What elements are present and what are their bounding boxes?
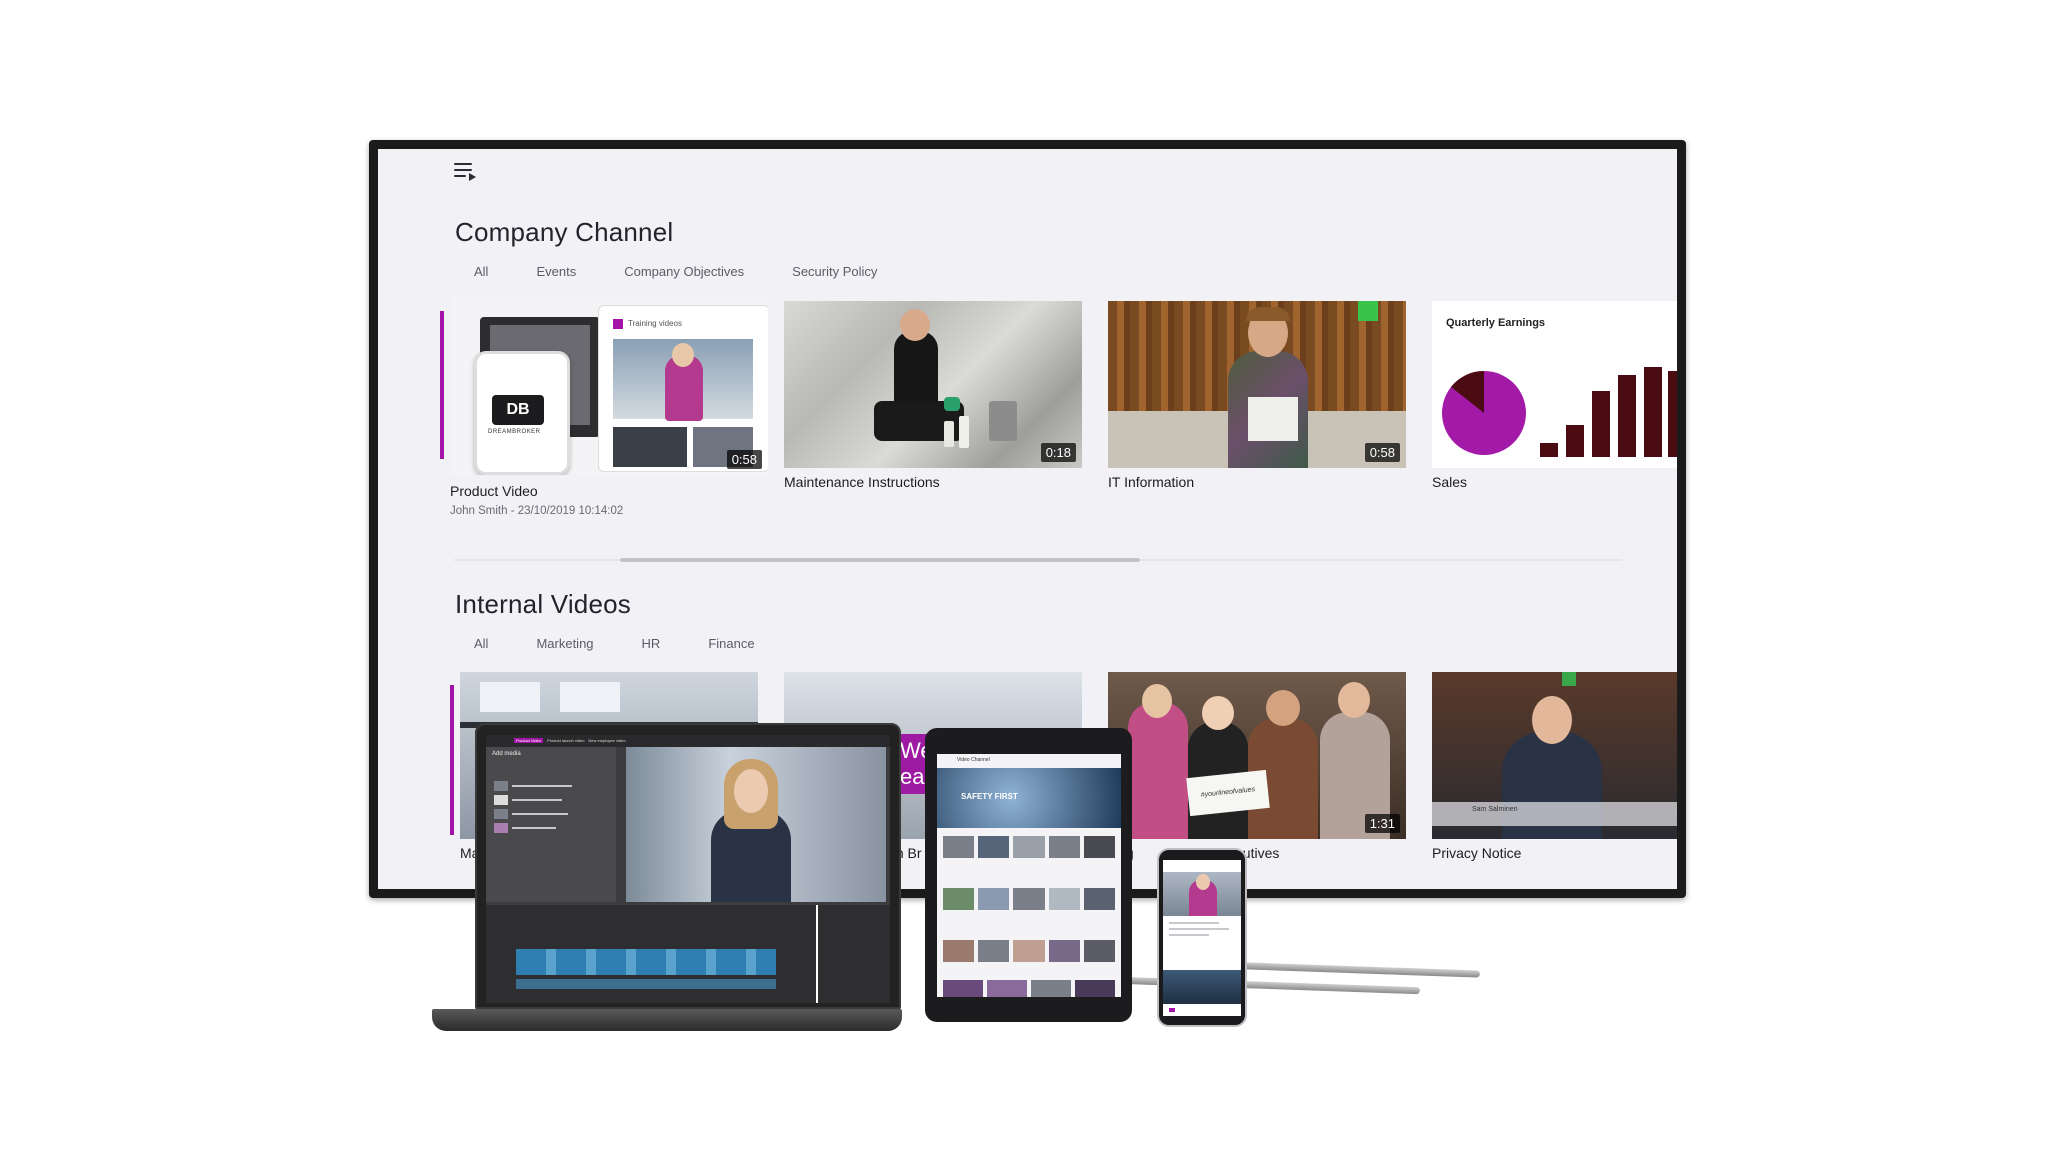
section-title-internal-videos: Internal Videos [455, 589, 631, 619]
video-title: Product Video [450, 483, 538, 499]
video-thumbnail[interactable]: DB DREAMBROKER Training videos 0:58 [450, 295, 768, 475]
video-thumbnail[interactable]: Quarterly Earnings [1432, 301, 1677, 468]
video-card-executives[interactable]: #yourlineofvalues 1:31 king Executives [1108, 672, 1406, 861]
tab-events[interactable]: Events [536, 264, 576, 279]
editor-tab-1[interactable]: Product Video [514, 738, 544, 743]
logo-wordmark: DREAMBROKER [488, 429, 541, 435]
video-card-it-information[interactable]: 0:58 IT Information [1108, 301, 1406, 490]
laptop-screen: Product Video Product launch video New e… [486, 735, 890, 1003]
tab-security-policy[interactable]: Security Policy [792, 264, 877, 279]
tab-all[interactable]: All [474, 636, 488, 651]
video-thumbnail[interactable]: 0:58 [1108, 301, 1406, 468]
selected-indicator [440, 311, 444, 459]
video-card-sales[interactable]: Quarterly Earnings Sales [1432, 301, 1677, 490]
duration-badge: 0:58 [726, 450, 762, 469]
video-thumbnail[interactable]: 0:18 [784, 301, 1082, 468]
video-card-privacy-notice[interactable]: Sam Salminen Privacy Notice [1432, 672, 1677, 861]
video-card-maintenance-instructions[interactable]: 0:18 Maintenance Instructions [784, 301, 1082, 490]
playlist-menu-icon[interactable] [454, 161, 476, 181]
tablet-header: Video Channel [957, 757, 990, 763]
dreambroker-logo: DB [492, 395, 544, 425]
video-card-product-video[interactable]: DB DREAMBROKER Training videos 0:58 Prod… [450, 295, 768, 517]
video-title: king Executives [1108, 845, 1406, 861]
video-thumbnail[interactable]: Sam Salminen [1432, 672, 1677, 839]
tab-finance[interactable]: Finance [708, 636, 754, 651]
horizontal-scrollbar[interactable] [620, 558, 1140, 562]
lower-third-name: Sam Salminen [1472, 806, 1518, 813]
tab-all[interactable]: All [474, 264, 488, 279]
tab-company-objectives[interactable]: Company Objectives [624, 264, 744, 279]
duration-badge: 0:58 [1364, 443, 1400, 462]
editor-tab-2[interactable]: Product launch video [547, 738, 584, 743]
selected-indicator [450, 685, 454, 835]
earnings-chart [1442, 367, 1677, 457]
phone-screen [1163, 860, 1241, 1016]
editor-tab-3[interactable]: New employee video [588, 738, 625, 743]
tab-hr[interactable]: HR [642, 636, 661, 651]
tablet-hero-text: SAFETY FIRST [961, 792, 1018, 801]
video-title: IT Information [1108, 474, 1195, 490]
video-meta: John Smith - 23/10/2019 10:14:02 [450, 505, 624, 517]
training-videos-label: Training videos [628, 319, 682, 328]
video-title: Sales [1432, 474, 1468, 490]
tab-marketing[interactable]: Marketing [536, 636, 593, 651]
company-channel-tabs: All Events Company Objectives Security P… [474, 264, 925, 279]
tablet-screen: Video Channel SAFETY FIRST [937, 754, 1121, 997]
internal-videos-tabs: All Marketing HR Finance [474, 636, 803, 651]
video-title: Maintenance Instructions [784, 474, 940, 490]
duration-badge: 1:31 [1364, 814, 1400, 833]
video-title: Privacy Notice [1432, 845, 1522, 861]
video-thumbnail[interactable]: #yourlineofvalues 1:31 [1108, 672, 1406, 839]
editor-tabs: Product Video Product launch video New e… [514, 738, 626, 743]
laptop-base [432, 1009, 902, 1031]
section-title-company-channel: Company Channel [455, 217, 674, 247]
duration-badge: 0:18 [1040, 443, 1076, 462]
add-media-title: Add media [492, 751, 521, 757]
